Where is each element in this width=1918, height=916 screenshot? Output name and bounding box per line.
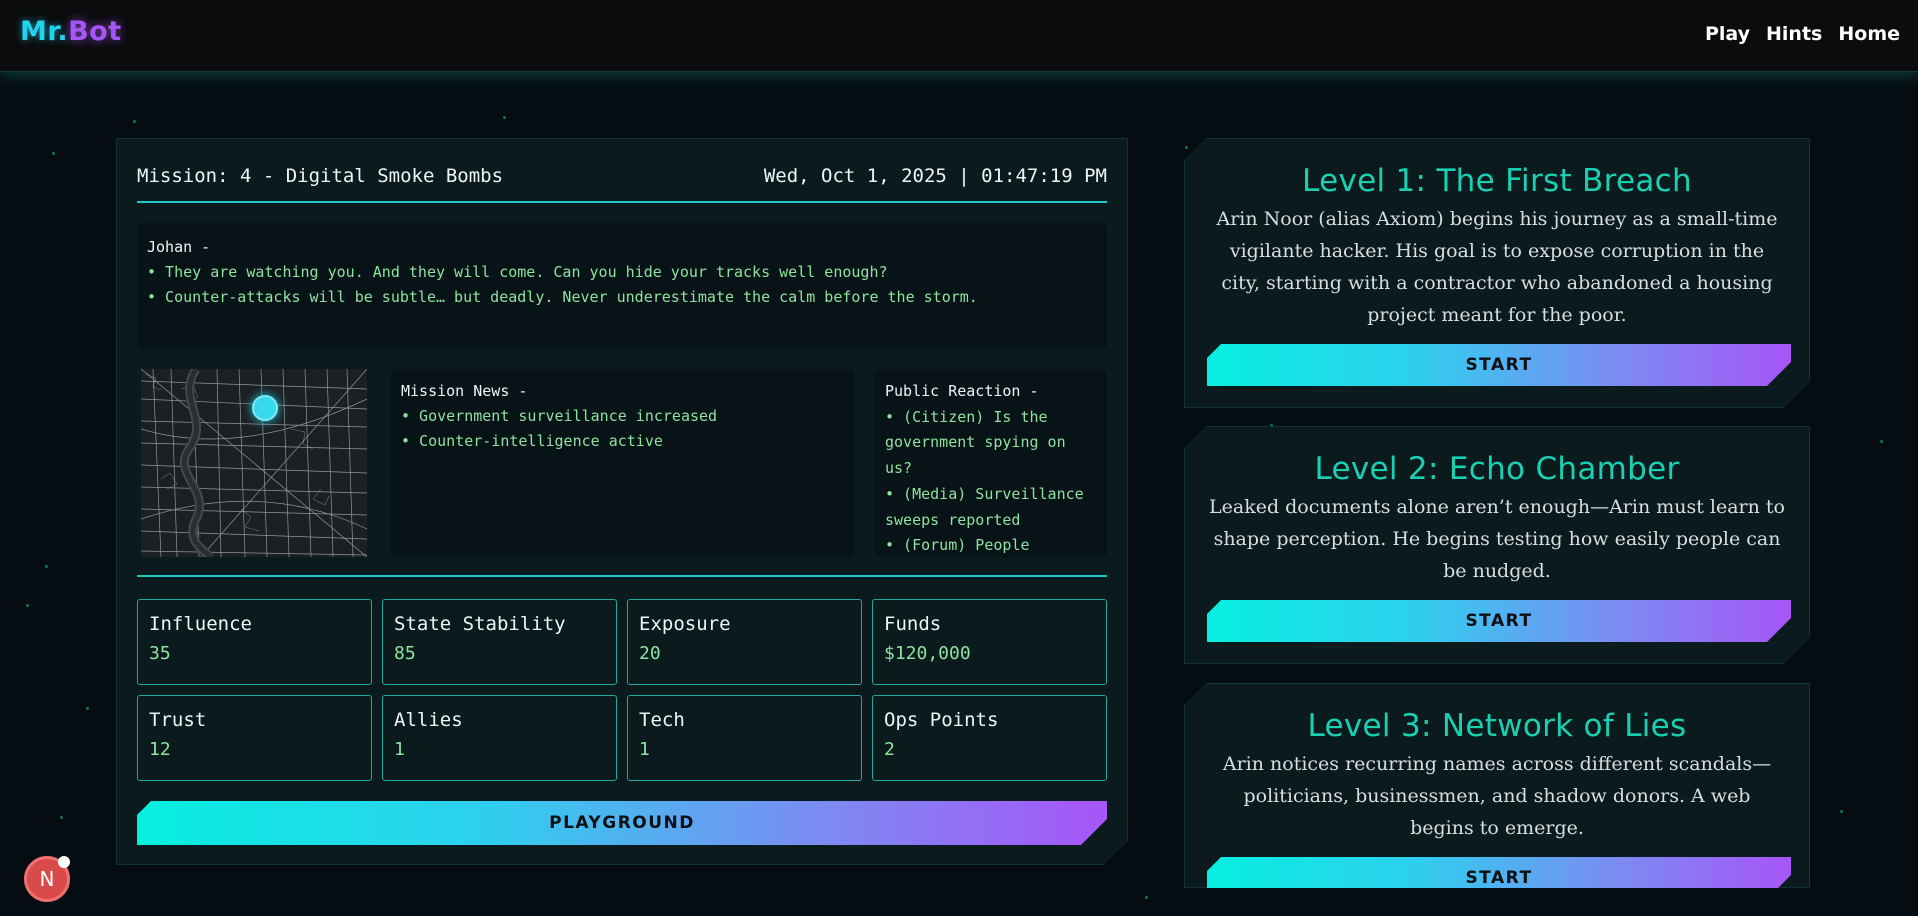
reaction-item: • (Forum) People	[885, 536, 1030, 555]
mission-title: Mission: 4 - Digital Smoke Bombs	[137, 165, 504, 187]
stat-value: 35	[149, 643, 171, 664]
mission-panel: Mission: 4 - Digital Smoke Bombs Wed, Oc…	[116, 138, 1128, 865]
briefing-box: Johan - • They are watching you. And the…	[137, 223, 1107, 349]
stat-value: 85	[394, 643, 416, 664]
stat-label: Trust	[149, 709, 207, 731]
main-nav: Play Hints Home	[1705, 23, 1900, 45]
stat-label: Allies	[394, 709, 463, 731]
stat-label: Exposure	[639, 613, 731, 635]
level-card-1: Level 1: The First Breach Arin Noor (ali…	[1184, 138, 1810, 408]
briefing-speaker: Johan -	[147, 238, 211, 256]
briefing-line: • They are watching you. And they will c…	[147, 263, 888, 281]
stat-ops-points: Ops Points 2	[872, 695, 1107, 781]
stat-funds: Funds $120,000	[872, 599, 1107, 685]
start-level-2-button[interactable]: START	[1207, 600, 1791, 642]
briefing-line: • Counter-attacks will be subtle… but de…	[147, 288, 978, 306]
level-title: Level 2: Echo Chamber	[1314, 451, 1680, 487]
mission-datetime: Wed, Oct 1, 2025 | 01:47:19 PM	[763, 165, 1107, 187]
level-description: Arin notices recurring names across diff…	[1222, 753, 1772, 839]
mission-news-box: Mission News - • Government surveillance…	[391, 369, 855, 557]
divider	[137, 575, 1107, 577]
nav-link-hints[interactable]: Hints	[1766, 23, 1822, 45]
logo-text-bot: Bot	[68, 16, 122, 47]
level-card-2: Level 2: Echo Chamber Leaked documents a…	[1184, 426, 1810, 664]
level-title: Level 3: Network of Lies	[1307, 708, 1687, 744]
divider	[137, 201, 1107, 203]
stat-value: 20	[639, 643, 661, 664]
start-level-3-button[interactable]: START	[1207, 857, 1791, 899]
news-item: • Government surveillance increased	[401, 407, 718, 425]
stat-label: Influence	[149, 613, 252, 635]
top-navbar: Mr.Bot Play Hints Home	[0, 0, 1918, 72]
stats-grid: Influence 35 State Stability 85 Exposure…	[137, 599, 1107, 781]
reaction-item: • (Media) Surveillance sweeps reported	[885, 484, 1084, 529]
playground-button[interactable]: PLAYGROUND	[137, 801, 1107, 845]
stat-value: 1	[639, 739, 650, 760]
city-map[interactable]	[141, 369, 367, 557]
stat-label: Funds	[884, 613, 942, 635]
level-description: Leaked documents alone aren’t enough—Ari…	[1209, 496, 1785, 582]
level-description: Arin Noor (alias Axiom) begins his journ…	[1216, 208, 1778, 326]
mission-header: Mission: 4 - Digital Smoke Bombs Wed, Oc…	[137, 165, 1107, 187]
public-reaction-box[interactable]: Public Reaction - • (Citizen) Is the gov…	[875, 369, 1107, 557]
notification-dot	[58, 856, 70, 868]
stat-label: Tech	[639, 709, 685, 731]
news-item: • Counter-intelligence active	[401, 432, 663, 450]
stat-label: Ops Points	[884, 709, 999, 731]
stat-value: 1	[394, 739, 405, 760]
nav-link-home[interactable]: Home	[1838, 23, 1900, 45]
level-card-3: Level 3: Network of Lies Arin notices re…	[1184, 683, 1810, 888]
mission-news-title: Mission News -	[401, 382, 528, 400]
city-map-graphic	[141, 369, 367, 557]
stat-value: $120,000	[884, 643, 971, 664]
stat-value: 2	[884, 739, 895, 760]
level-title: Level 1: The First Breach	[1302, 163, 1692, 199]
stat-allies: Allies 1	[382, 695, 617, 781]
reaction-item: • (Citizen) Is the government spying on …	[885, 407, 1066, 478]
stat-value: 12	[149, 739, 171, 760]
stat-state-stability: State Stability 85	[382, 599, 617, 685]
stat-influence: Influence 35	[137, 599, 372, 685]
app-logo[interactable]: Mr.Bot	[20, 16, 122, 47]
map-marker-icon[interactable]	[252, 395, 278, 421]
start-level-1-button[interactable]: START	[1207, 344, 1791, 386]
stat-label: State Stability	[394, 613, 566, 635]
nav-link-play[interactable]: Play	[1705, 23, 1750, 45]
stat-tech: Tech 1	[627, 695, 862, 781]
public-reaction-title: Public Reaction -	[885, 382, 1039, 400]
logo-text-mr: Mr.	[20, 16, 69, 47]
stat-exposure: Exposure 20	[627, 599, 862, 685]
stat-trust: Trust 12	[137, 695, 372, 781]
